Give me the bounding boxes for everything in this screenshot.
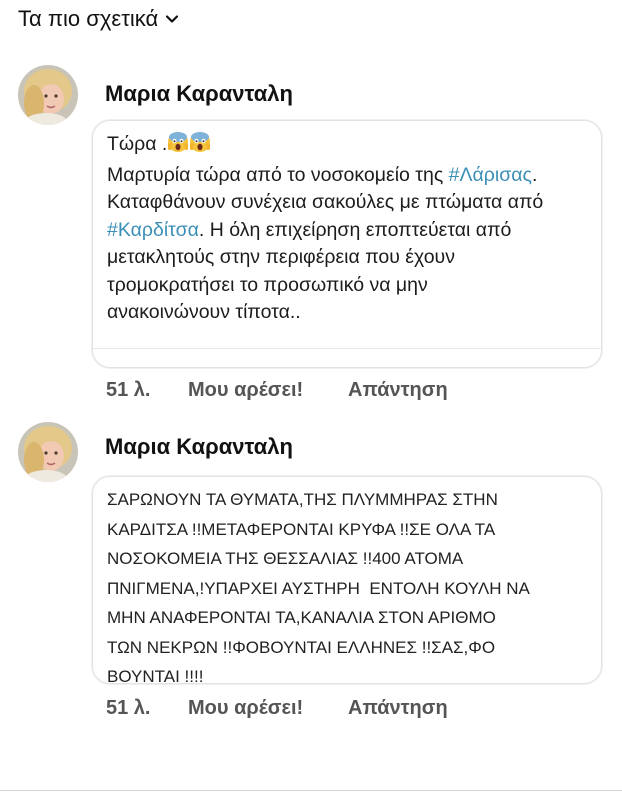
face-screaming-in-fear-icon [167, 131, 189, 162]
comment-text-line: Καταφθάνουν συνέχεια σακούλες με πτώματα… [107, 191, 544, 213]
comment-text-line: ΠΝΙΓΜΕΝΑ,!ΥΠΑΡΧΕΙ ΑΥΣΤΗΡΗ ΕΝΤΟΛΗ ΚΟΥΛΗ Ν… [107, 578, 530, 598]
chevron-down-icon [166, 15, 179, 23]
comment-author[interactable]: Μαρια Καρανταλη [105, 434, 293, 460]
comment-text-line: τρομοκρατήσει το προσωπικό να μην [107, 273, 428, 296]
divider [93, 348, 601, 349]
comment-text-line: Μαρτυρία τώρα από το νοσοκομείο της [107, 163, 449, 186]
comment-text-line: . [531, 163, 538, 186]
sort-label: Τα πιο σχετικά [18, 6, 159, 31]
hashtag-link[interactable]: #Λάρισας [449, 164, 532, 186]
timestamp: 51 λ. [106, 379, 151, 401]
user-avatar-icon [18, 65, 78, 125]
comment-actions: 51 λ. Μου αρέσει! Απάντηση [106, 697, 448, 720]
avatar[interactable] [18, 422, 78, 482]
like-button[interactable]: Μου αρέσει! [188, 697, 348, 720]
divider [0, 790, 622, 791]
comment-text: ΣΑΡΩΝΟΥΝ ΤΑ ΘΥΜΑΤΑ,ΤΗΣ ΠΛΥΜΜΗΡΑΣ ΣΤΗΝ ΚΑ… [93, 477, 601, 692]
comment-bubble: ΣΑΡΩΝΟΥΝ ΤΑ ΘΥΜΑΤΑ,ΤΗΣ ΠΛΥΜΜΗΡΑΣ ΣΤΗΝ ΚΑ… [92, 476, 602, 686]
reply-button[interactable]: Απάντηση [348, 379, 448, 402]
hashtag-link[interactable]: #Καρδίτσα [107, 219, 199, 241]
avatar[interactable] [18, 65, 78, 125]
comment-text-line: ΜΗΝ ΑΝΑΦΕΡΟΝΤΑΙ ΤΑ,ΚΑΝΑΛΙΑ ΣΤΟΝ ΑΡΙΘΜΟ [107, 608, 496, 627]
comment-text-line: . Η όλη επιχείρηση εποπτεύεται από [198, 218, 512, 241]
comment-text-line: ανακοινώνουν τίποτα.. [107, 301, 301, 323]
face-screaming-in-fear-icon [189, 131, 211, 162]
comment-text-line: ΣΑΡΩΝΟΥΝ ΤΑ ΘΥΜΑΤΑ,ΤΗΣ ΠΛΥΜΜΗΡΑΣ ΣΤΗΝ [107, 490, 498, 509]
comment-text-line: ΝΟΣΟΚΟΜΕΙΑ ΤΗΣ ΘΕΣΣΑΛΙΑΣ !!400 ΑΤΟΜΑ [107, 549, 464, 568]
comment-author[interactable]: Μαρια Καρανταλη [105, 81, 293, 107]
comment-text-line: Τώρα . [107, 133, 168, 155]
comment-bubble: Τώρα . Μαρτυρία τώρα από το νοσοκομείο τ… [92, 120, 602, 368]
comment-actions: 51 λ. Μου αρέσει! Απάντηση [106, 379, 448, 402]
reply-button[interactable]: Απάντηση [348, 697, 448, 720]
user-avatar-icon [18, 422, 78, 482]
comment-text-line: μετακλητούς στην περιφέρεια που έχουν [107, 246, 455, 268]
sort-dropdown[interactable]: Τα πιο σχετικά [18, 6, 180, 32]
timestamp: 51 λ. [106, 697, 151, 719]
like-button[interactable]: Μου αρέσει! [188, 379, 348, 402]
comment-text-line: ΒΟΥΝΤΑΙ !!!! [107, 667, 204, 686]
comment-text: Τώρα . Μαρτυρία τώρα από το νοσοκομείο τ… [93, 121, 601, 327]
comment-text-line: ΤΩΝ ΝΕΚΡΩΝ !!ΦΟΒΟΥΝΤΑΙ ΕΛΛΗΝΕΣ !!ΣΑΣ,ΦΟ [107, 637, 496, 657]
comment-text-line: ΚΑΡΔΙΤΣΑ !!ΜΕΤΑΦΕΡΟΝΤΑΙ ΚΡΥΦΑ !!ΣΕ ΟΛΑ Τ… [107, 519, 496, 539]
